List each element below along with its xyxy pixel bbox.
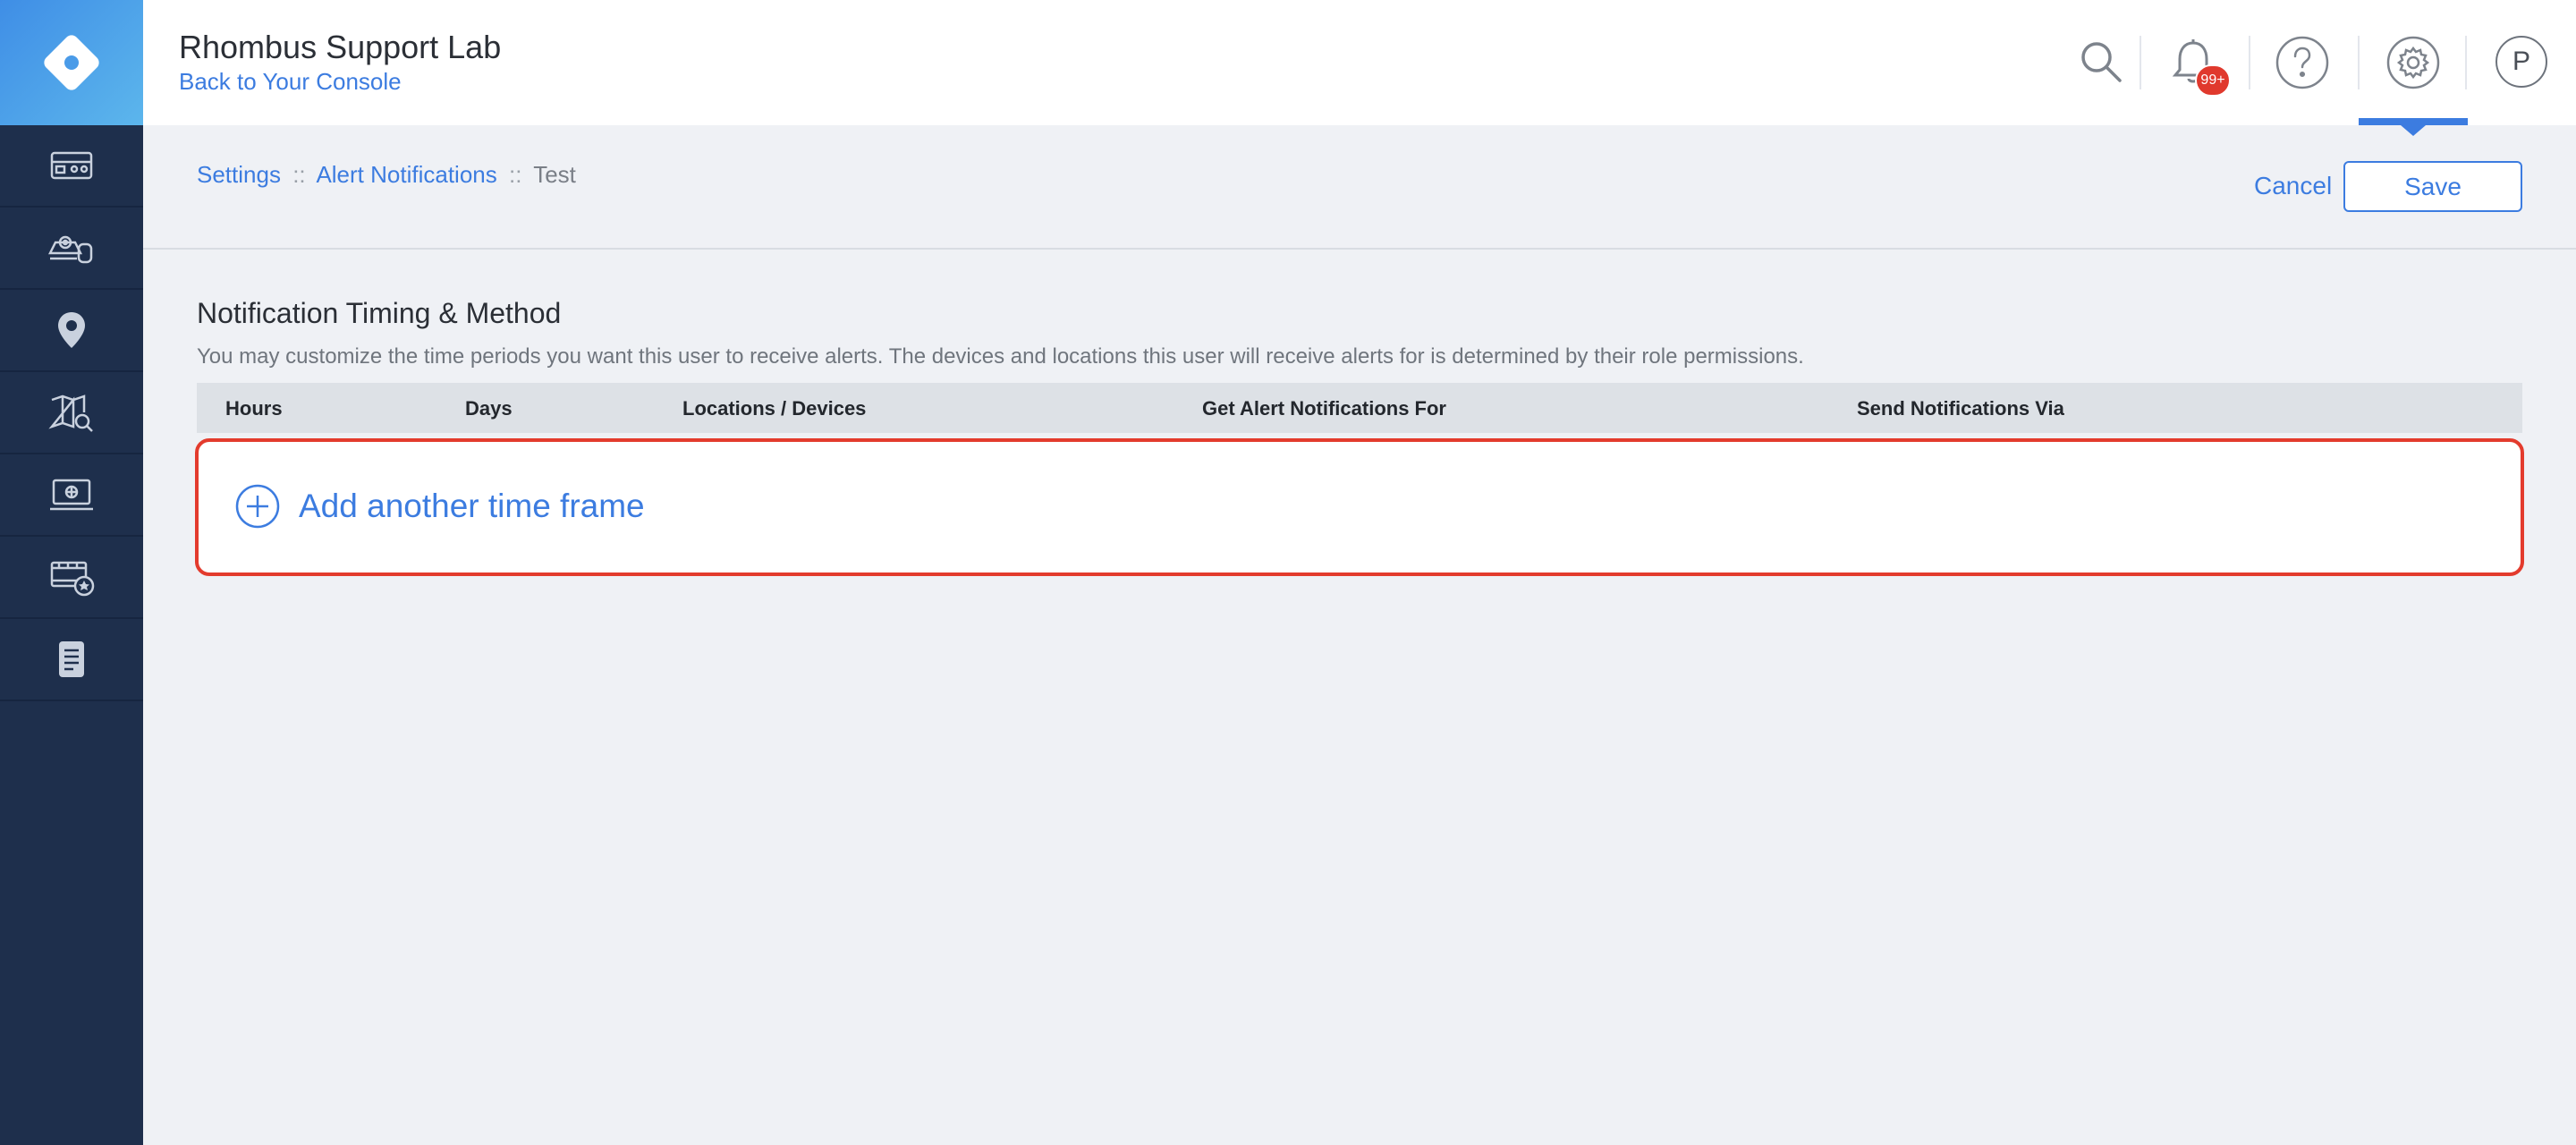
locations-icon (58, 312, 85, 348)
notification-badge: 99+ (2195, 64, 2231, 97)
cancel-button[interactable]: Cancel (2254, 172, 2332, 200)
breadcrumb-settings[interactable]: Settings (197, 161, 281, 188)
header-divider (2249, 36, 2250, 89)
column-header-hours: Hours (225, 397, 283, 420)
org-name: Rhombus Support Lab (179, 29, 502, 65)
add-time-frame-button[interactable]: Add another time frame (234, 483, 645, 530)
devices-icon (47, 235, 93, 264)
breadcrumb: Settings :: Alert Notifications :: Test (197, 161, 576, 189)
breadcrumb-alert-notifications[interactable]: Alert Notifications (316, 161, 496, 188)
settings-button[interactable] (2377, 27, 2449, 98)
top-header: Rhombus Support Lab Back to Your Console… (143, 0, 2576, 125)
table-header: Hours Days Locations / Devices Get Alert… (197, 383, 2522, 433)
breadcrumb-separator: :: (508, 161, 522, 188)
header-divider (2465, 36, 2467, 89)
header-divider (2140, 36, 2141, 89)
section-description: You may customize the time periods you w… (197, 344, 1804, 369)
add-time-frame-label: Add another time frame (299, 488, 645, 524)
sidebar-item-devices[interactable] (0, 208, 143, 290)
column-header-send-via: Send Notifications Via (1857, 397, 2064, 420)
sidebar-nav (0, 125, 143, 701)
rhombus-logo[interactable] (0, 0, 143, 125)
logo-icon (44, 35, 99, 90)
divider (143, 248, 2576, 250)
dashboard-icon (50, 151, 93, 180)
breadcrumb-separator: :: (292, 161, 306, 188)
video-wall-icon (50, 479, 93, 511)
sidebar-item-locations[interactable] (0, 290, 143, 372)
help-icon (2275, 36, 2329, 89)
search-icon (2081, 42, 2122, 82)
settings-active-indicator (2359, 118, 2468, 125)
save-button[interactable]: Save (2343, 161, 2522, 212)
back-to-console-link[interactable]: Back to Your Console (179, 68, 402, 96)
avatar[interactable]: P (2496, 36, 2547, 88)
search-button[interactable] (2066, 27, 2138, 98)
notifications-button[interactable]: 99+ (2157, 27, 2231, 98)
sidebar-item-map[interactable] (0, 372, 143, 454)
column-header-locations-devices: Locations / Devices (682, 397, 867, 420)
sidebar-item-reports[interactable] (0, 619, 143, 701)
help-button[interactable] (2267, 27, 2338, 98)
saved-clips-icon (50, 561, 95, 597)
plus-circle-icon (235, 484, 280, 529)
column-header-alert-notifications-for: Get Alert Notifications For (1202, 397, 1446, 420)
map-search-icon (48, 394, 93, 432)
reports-icon (59, 641, 84, 677)
sidebar-item-video-wall[interactable] (0, 454, 143, 537)
section-title: Notification Timing & Method (197, 297, 562, 329)
sidebar-item-saved-clips[interactable] (0, 537, 143, 619)
settings-active-caret (2401, 125, 2426, 136)
add-time-frame-row: Add another time frame (195, 438, 2524, 576)
gear-icon (2386, 36, 2440, 89)
sidebar (0, 0, 143, 1145)
column-header-days: Days (465, 397, 513, 420)
sidebar-item-dashboard[interactable] (0, 125, 143, 208)
header-divider (2358, 36, 2360, 89)
breadcrumb-current: Test (533, 161, 576, 188)
